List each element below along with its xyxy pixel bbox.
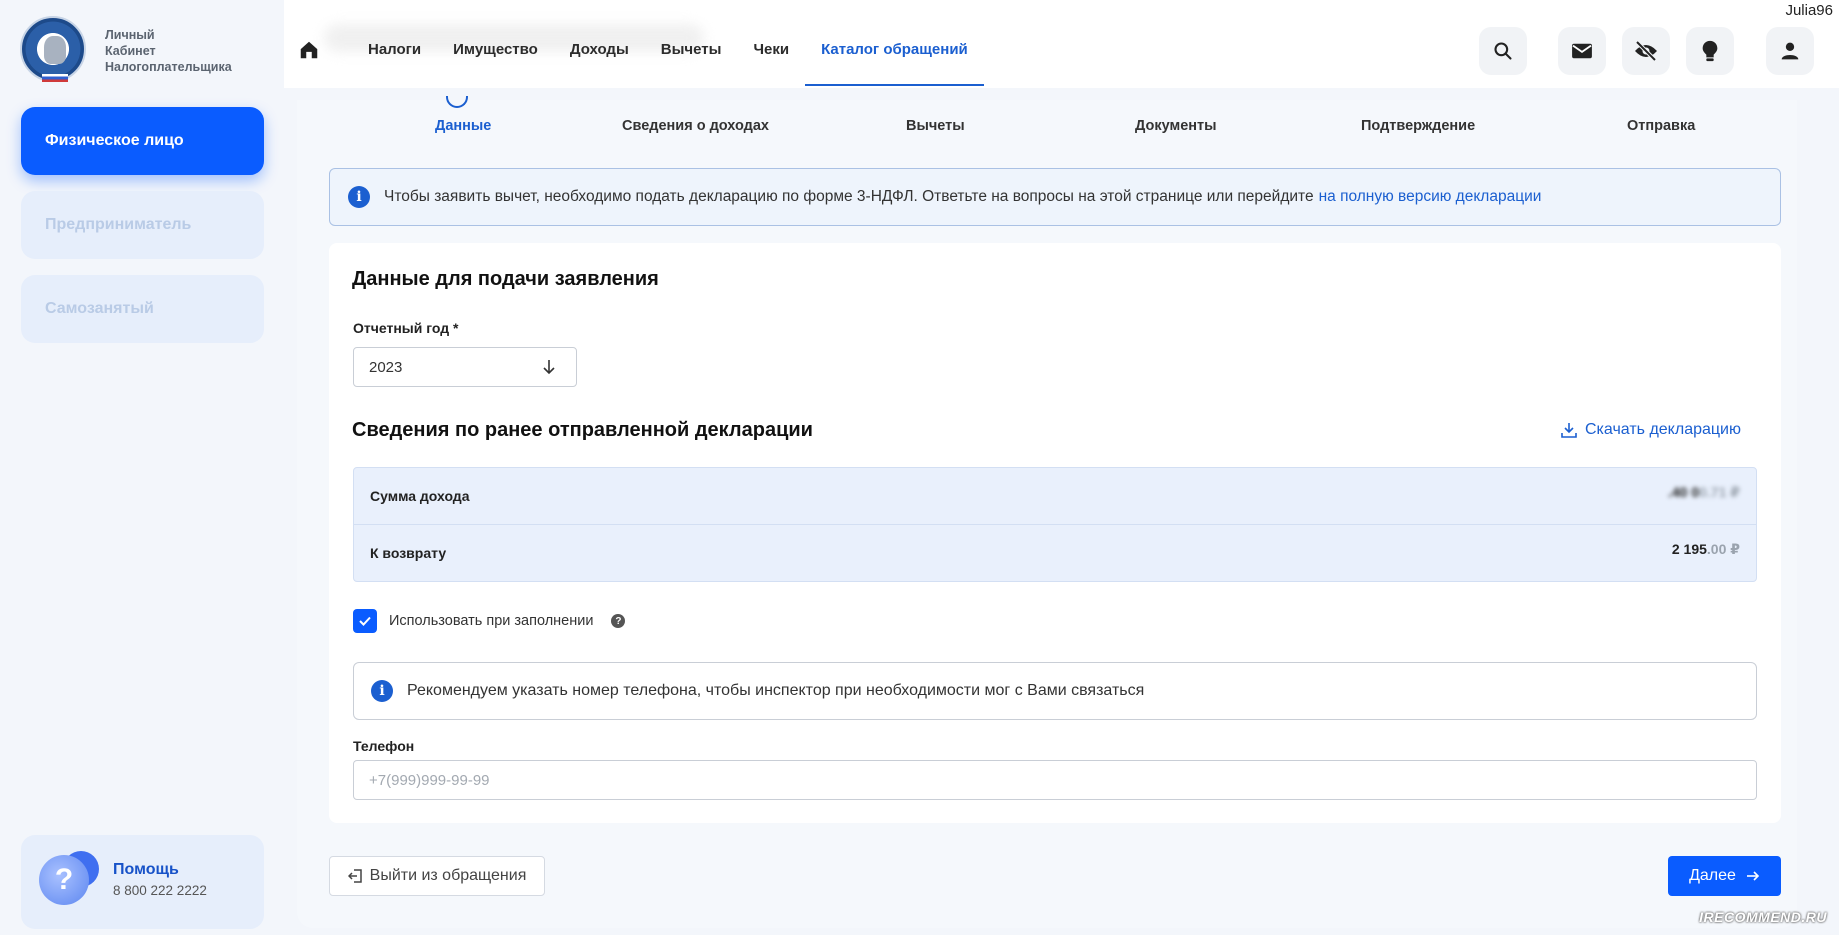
checkmark-icon bbox=[359, 616, 371, 626]
sidebar-item-self-employed[interactable]: Самозанятый bbox=[21, 275, 264, 343]
recommendation-text: Рекомендуем указать номер телефона, чтоб… bbox=[407, 682, 1145, 699]
search-icon bbox=[1494, 42, 1512, 60]
info-icon: i bbox=[371, 680, 393, 702]
download-label: Скачать декларацию bbox=[1585, 421, 1741, 438]
nav-item-requests-catalog[interactable]: Каталог обращений bbox=[805, 0, 984, 86]
form-title: Данные для подачи заявления bbox=[352, 268, 659, 290]
phone-label: Телефон bbox=[353, 738, 415, 754]
help-card[interactable]: ? Помощь 8 800 222 2222 bbox=[21, 835, 264, 929]
sidebar-item-entrepreneur[interactable]: Предприниматель bbox=[21, 191, 264, 259]
step-confirmation[interactable]: Подтверждение bbox=[1361, 118, 1475, 134]
sidebar-item-label: Предприниматель bbox=[45, 216, 192, 233]
exit-label: Выйти из обращения bbox=[369, 867, 527, 884]
next-label: Далее bbox=[1689, 867, 1736, 884]
brand-line-1: Личный bbox=[105, 28, 155, 42]
lightbulb-icon bbox=[1702, 40, 1718, 62]
visibility-toggle-button[interactable] bbox=[1622, 27, 1670, 75]
search-button[interactable] bbox=[1479, 27, 1527, 75]
use-in-filling-checkbox[interactable] bbox=[353, 609, 377, 633]
summary-row-income: Сумма дохода .40 00.71 ₽ bbox=[354, 468, 1756, 525]
summary-row-refund: К возврату 2 195.00 ₽ bbox=[354, 525, 1756, 582]
year-label: Отчетный год * bbox=[353, 320, 459, 336]
summary-value: .40 00.71 ₽ bbox=[1668, 484, 1740, 501]
full-declaration-link[interactable]: на полную версию декларации bbox=[1319, 188, 1542, 206]
watermark: IRECOMMEND.RU bbox=[1699, 909, 1827, 925]
nav-item-receipts[interactable]: Чеки bbox=[737, 0, 805, 86]
download-declaration-link[interactable]: Скачать декларацию bbox=[1561, 421, 1741, 439]
summary-key: Сумма дохода bbox=[370, 488, 470, 504]
help-tooltip-icon[interactable]: ? bbox=[611, 614, 626, 628]
summary-value-decimals: 0.71 ₽ bbox=[1699, 484, 1740, 500]
top-navigation: Налоги Имущество Доходы Вычеты Чеки Ката… bbox=[284, 0, 1839, 88]
use-in-filling-label[interactable]: Использовать при заполнении bbox=[389, 613, 593, 629]
brand-line-3: Налогоплательщика bbox=[105, 60, 232, 74]
main-nav: Налоги Имущество Доходы Вычеты Чеки Ката… bbox=[352, 0, 984, 88]
nav-item-deductions[interactable]: Вычеты bbox=[645, 0, 738, 86]
arrow-right-icon bbox=[1746, 871, 1760, 881]
arrow-down-icon bbox=[543, 360, 555, 375]
sidebar: Личный Кабинет Налогоплательщика Физичес… bbox=[0, 0, 284, 935]
eye-off-icon bbox=[1635, 41, 1657, 61]
profile-button[interactable] bbox=[1766, 27, 1814, 75]
step-data[interactable]: Данные bbox=[435, 118, 491, 134]
nav-item-income[interactable]: Доходы bbox=[554, 0, 645, 86]
phone-input[interactable] bbox=[353, 760, 1757, 800]
summary-value: 2 195.00 ₽ bbox=[1672, 541, 1740, 558]
sidebar-item-label: Самозанятый bbox=[45, 300, 154, 317]
mail-icon bbox=[1572, 43, 1592, 59]
previous-declaration-title: Сведения по ранее отправленной деклараци… bbox=[352, 419, 813, 441]
use-in-filling-row: Использовать при заполнении ? bbox=[353, 609, 626, 633]
year-value: 2023 bbox=[369, 358, 403, 376]
info-banner-text: Чтобы заявить вычет, необходимо подать д… bbox=[384, 188, 1314, 205]
step-income[interactable]: Сведения о доходах bbox=[622, 118, 769, 134]
step-deductions[interactable]: Вычеты bbox=[906, 118, 965, 134]
user-name[interactable]: Julia96 bbox=[1785, 2, 1833, 19]
help-question-icon: ? bbox=[39, 855, 89, 905]
info-banner: i Чтобы заявить вычет, необходимо подать… bbox=[329, 168, 1781, 226]
summary-key: К возврату bbox=[370, 545, 447, 561]
year-select[interactable]: 2023 bbox=[353, 347, 577, 387]
info-icon: i bbox=[348, 186, 370, 208]
step-send[interactable]: Отправка bbox=[1627, 118, 1695, 134]
nav-item-property[interactable]: Имущество bbox=[437, 0, 554, 86]
sidebar-item-label: Физическое лицо bbox=[45, 132, 184, 149]
mail-button[interactable] bbox=[1558, 27, 1606, 75]
declaration-summary: Сумма дохода .40 00.71 ₽ К возврату 2 19… bbox=[353, 467, 1757, 582]
exit-icon bbox=[347, 869, 362, 883]
help-phone: 8 800 222 2222 bbox=[113, 883, 207, 898]
eagle-emblem bbox=[44, 36, 66, 64]
phone-recommendation-banner: i Рекомендуем указать номер телефона, чт… bbox=[353, 662, 1757, 720]
download-icon bbox=[1561, 423, 1577, 438]
help-title: Помощь bbox=[113, 861, 179, 878]
step-documents[interactable]: Документы bbox=[1135, 118, 1217, 134]
brand-line-2: Кабинет bbox=[105, 44, 156, 58]
tips-button[interactable] bbox=[1686, 27, 1734, 75]
flag-ribbon bbox=[42, 74, 68, 82]
home-icon[interactable] bbox=[298, 39, 320, 61]
exit-request-button[interactable]: Выйти из обращения bbox=[329, 856, 545, 896]
nav-item-taxes[interactable]: Налоги bbox=[352, 0, 437, 86]
application-form-card: Данные для подачи заявления Отчетный год… bbox=[329, 243, 1781, 823]
fns-logo[interactable] bbox=[20, 16, 86, 82]
next-button[interactable]: Далее bbox=[1668, 856, 1781, 896]
user-icon bbox=[1781, 42, 1799, 60]
summary-value-main: 2 195 bbox=[1671, 541, 1707, 557]
sidebar-item-individual[interactable]: Физическое лицо bbox=[21, 107, 264, 175]
brand-title: Личный Кабинет Налогоплательщика bbox=[105, 27, 232, 75]
summary-value-decimals: .00 ₽ bbox=[1706, 541, 1740, 557]
summary-value-main: .40 0 bbox=[1667, 484, 1700, 500]
